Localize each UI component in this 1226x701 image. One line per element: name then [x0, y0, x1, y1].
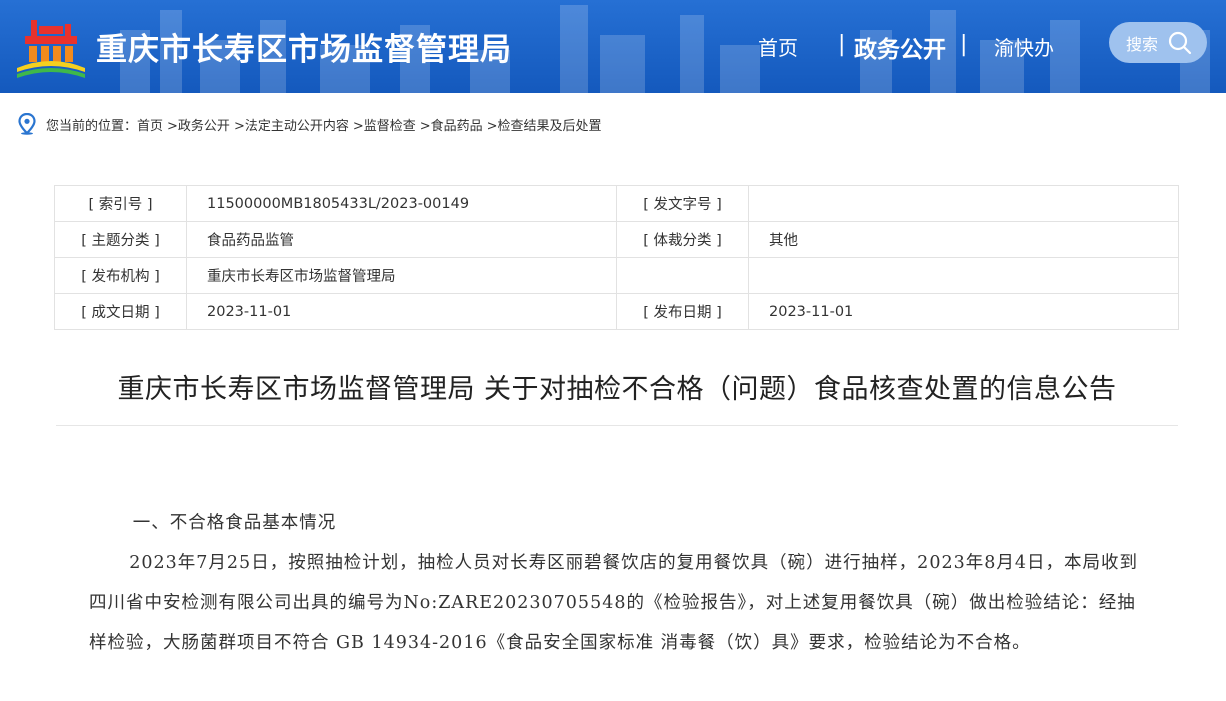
table-row: [ 发布机构 ] 重庆市长寿区市场监督管理局: [54, 257, 1179, 294]
site-header: 重庆市长寿区市场监督管理局 首页 | 政务公开 | 渝快办 搜索: [0, 0, 1226, 93]
table-row: [ 索引号 ] 11500000MB1805433L/2023-00149 [ …: [54, 185, 1179, 222]
nav-separator: |: [960, 32, 968, 57]
document-meta-table: [ 索引号 ] 11500000MB1805433L/2023-00149 [ …: [54, 185, 1179, 330]
nav-separator: |: [838, 32, 846, 57]
article-paragraph: 2023年7月25日，按照抽检计划，抽检人员对长寿区丽碧餐饮店的复用餐饮具（碗）…: [89, 553, 1138, 653]
meta-value: [748, 185, 1179, 222]
meta-key: [ 发布日期 ]: [616, 293, 749, 330]
meta-value: 2023-11-01: [748, 293, 1179, 330]
section-heading: 一、不合格食品基本情况: [132, 513, 337, 533]
breadcrumb-food-drug[interactable]: >食品药品: [420, 115, 483, 134]
breadcrumb-gov-affairs[interactable]: >政务公开: [167, 115, 230, 134]
meta-key: [ 成文日期 ]: [54, 293, 187, 330]
meta-value: 其他: [748, 221, 1179, 258]
site-title: 重庆市长寿区市场监督管理局: [96, 32, 512, 68]
title-divider: [56, 425, 1178, 426]
breadcrumb-prefix: 您当前的位置：: [46, 118, 138, 134]
meta-key: [ 索引号 ]: [54, 185, 187, 222]
table-row: [ 成文日期 ] 2023-11-01 [ 发布日期 ] 2023-11-01: [54, 293, 1179, 330]
meta-value: 11500000MB1805433L/2023-00149: [186, 185, 617, 222]
article-content: 一、不合格食品基本情况 2023年7月25日，按照抽检计划，抽检人员对长寿区丽碧…: [89, 503, 1149, 663]
meta-value: 食品药品监管: [186, 221, 617, 258]
location-pin-icon: [18, 113, 36, 135]
search-button[interactable]: 搜索: [1109, 22, 1207, 63]
search-icon: [1168, 31, 1192, 54]
meta-value: 重庆市长寿区市场监督管理局: [186, 257, 617, 294]
meta-key: [616, 257, 749, 294]
meta-key: [ 体裁分类 ]: [616, 221, 749, 258]
breadcrumb: 您当前的位置： 首页 >政务公开 >法定主动公开内容 >监督检查 >食品药品 >…: [18, 112, 602, 136]
nav-home[interactable]: 首页: [758, 32, 798, 61]
table-row: [ 主题分类 ] 食品药品监管 [ 体裁分类 ] 其他: [54, 221, 1179, 258]
meta-value: 2023-11-01: [186, 293, 617, 330]
nav-yukuaiban[interactable]: 渝快办: [994, 32, 1054, 61]
meta-key: [ 主题分类 ]: [54, 221, 187, 258]
search-label: 搜索: [1126, 34, 1159, 54]
meta-value: [748, 257, 1179, 294]
article-title: 重庆市长寿区市场监督管理局 关于对抽检不合格（问题）食品核查处置的信息公告: [117, 374, 1117, 405]
site-logo-icon[interactable]: [17, 14, 85, 78]
breadcrumb-statutory[interactable]: >法定主动公开内容: [234, 115, 349, 134]
meta-key: [ 发布机构 ]: [54, 257, 187, 294]
breadcrumb-results[interactable]: >检查结果及后处置: [487, 115, 602, 134]
breadcrumb-home[interactable]: 首页: [137, 115, 163, 134]
nav-gov-affairs[interactable]: 政务公开: [854, 30, 946, 64]
meta-key: [ 发文字号 ]: [616, 185, 749, 222]
breadcrumb-supervision[interactable]: >监督检查: [353, 115, 416, 134]
